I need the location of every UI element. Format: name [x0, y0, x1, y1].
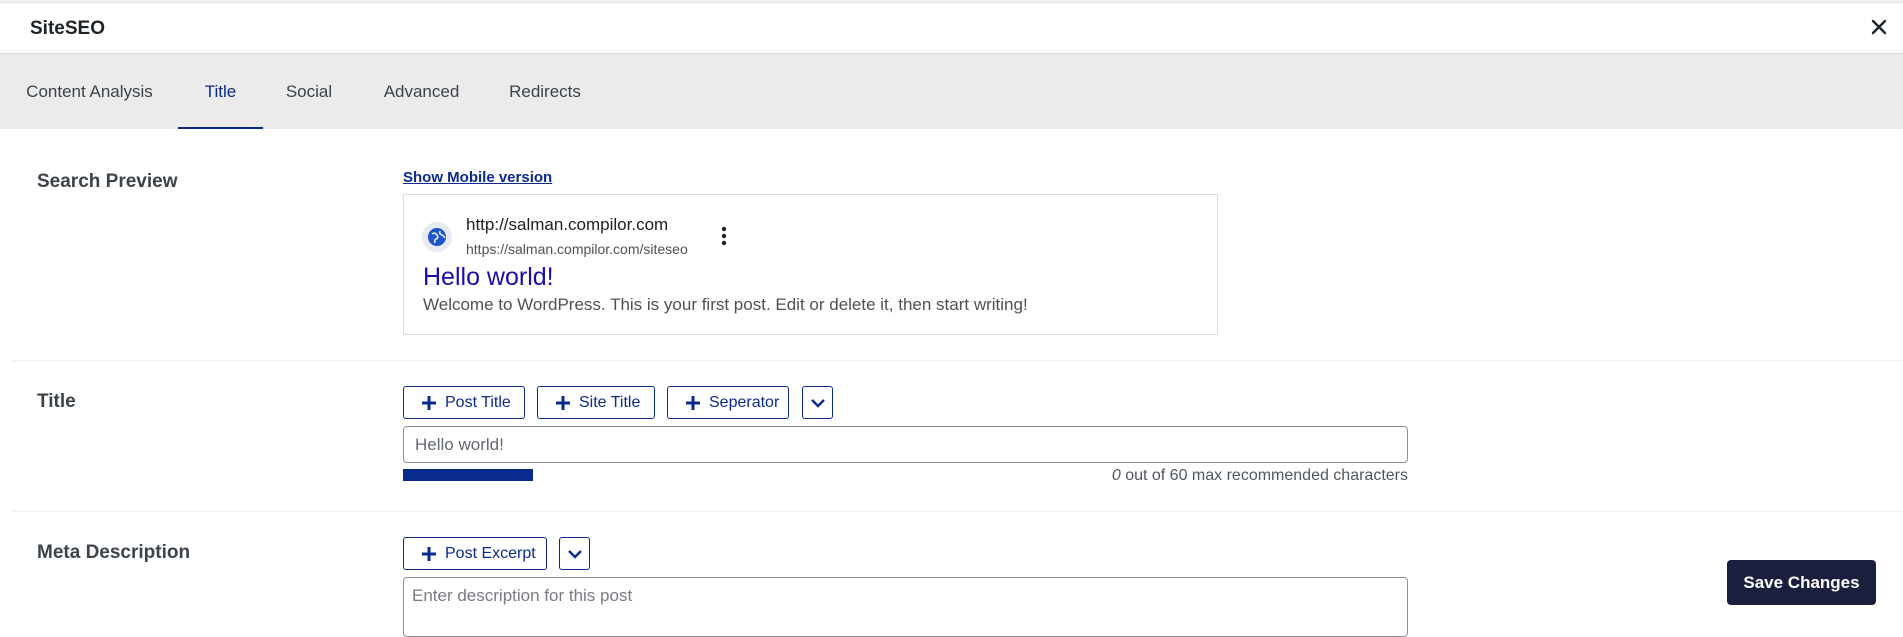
close-icon[interactable] [1867, 15, 1891, 39]
section-divider [13, 360, 1903, 361]
plus-icon [422, 395, 436, 410]
add-post-title-button[interactable]: Post Title [403, 386, 525, 419]
preview-description: Welcome to WordPress. This is your first… [423, 295, 1028, 314]
add-post-excerpt-label: Post Excerpt [445, 544, 536, 562]
tab-social[interactable]: Social [276, 54, 342, 129]
meta-description-textarea[interactable]: Enter description for this post [403, 577, 1408, 637]
add-post-excerpt-button[interactable]: Post Excerpt [403, 537, 547, 570]
title-character-count: 0 [1111, 467, 1121, 484]
title-length-progress-bar [403, 469, 533, 481]
preview-title[interactable]: Hello world! [423, 263, 554, 292]
chevron-down-icon [567, 549, 582, 559]
tab-content-analysis[interactable]: Content Analysis [12, 54, 167, 129]
search-preview-card: http://salman.compilor.com https://salma… [403, 194, 1218, 335]
add-separator-button[interactable]: Seperator [667, 386, 789, 419]
preview-url: https://salman.compilor.com/siteseo [466, 241, 688, 257]
description-variables-dropdown-button[interactable] [559, 537, 590, 570]
globe-icon [422, 222, 452, 252]
app-title: SiteSEO [30, 18, 105, 39]
title-character-counter: 0 out of 60 max recommended characters [1112, 467, 1408, 485]
tab-redirects[interactable]: Redirects [500, 54, 590, 129]
meta-description-label: Meta Description [37, 542, 191, 563]
tab-bar: Content Analysis Title Social Advanced R… [0, 54, 1903, 129]
title-counter-text: out of 60 max recommended characters [1120, 467, 1408, 484]
tab-advanced[interactable]: Advanced [372, 54, 471, 129]
title-variables-dropdown-button[interactable] [802, 386, 833, 419]
modal-header: SiteSEO [0, 3, 1903, 54]
save-changes-button[interactable]: Save Changes [1727, 560, 1876, 605]
title-label: Title [37, 391, 76, 412]
title-input[interactable]: Hello world! [403, 426, 1408, 463]
preview-site: http://salman.compilor.com [466, 215, 669, 234]
search-preview-label: Search Preview [37, 171, 178, 192]
plus-icon [556, 395, 570, 410]
add-site-title-label: Site Title [579, 393, 641, 411]
plus-icon [686, 395, 700, 410]
tab-title[interactable]: Title [178, 54, 263, 129]
add-post-title-label: Post Title [445, 393, 511, 411]
section-divider [13, 511, 1903, 512]
plus-icon [422, 546, 436, 561]
show-mobile-version-link[interactable]: Show Mobile version [403, 169, 552, 186]
add-separator-label: Seperator [709, 393, 780, 411]
add-site-title-button[interactable]: Site Title [537, 386, 655, 419]
more-options-icon[interactable] [720, 225, 728, 247]
chevron-down-icon [810, 398, 825, 408]
